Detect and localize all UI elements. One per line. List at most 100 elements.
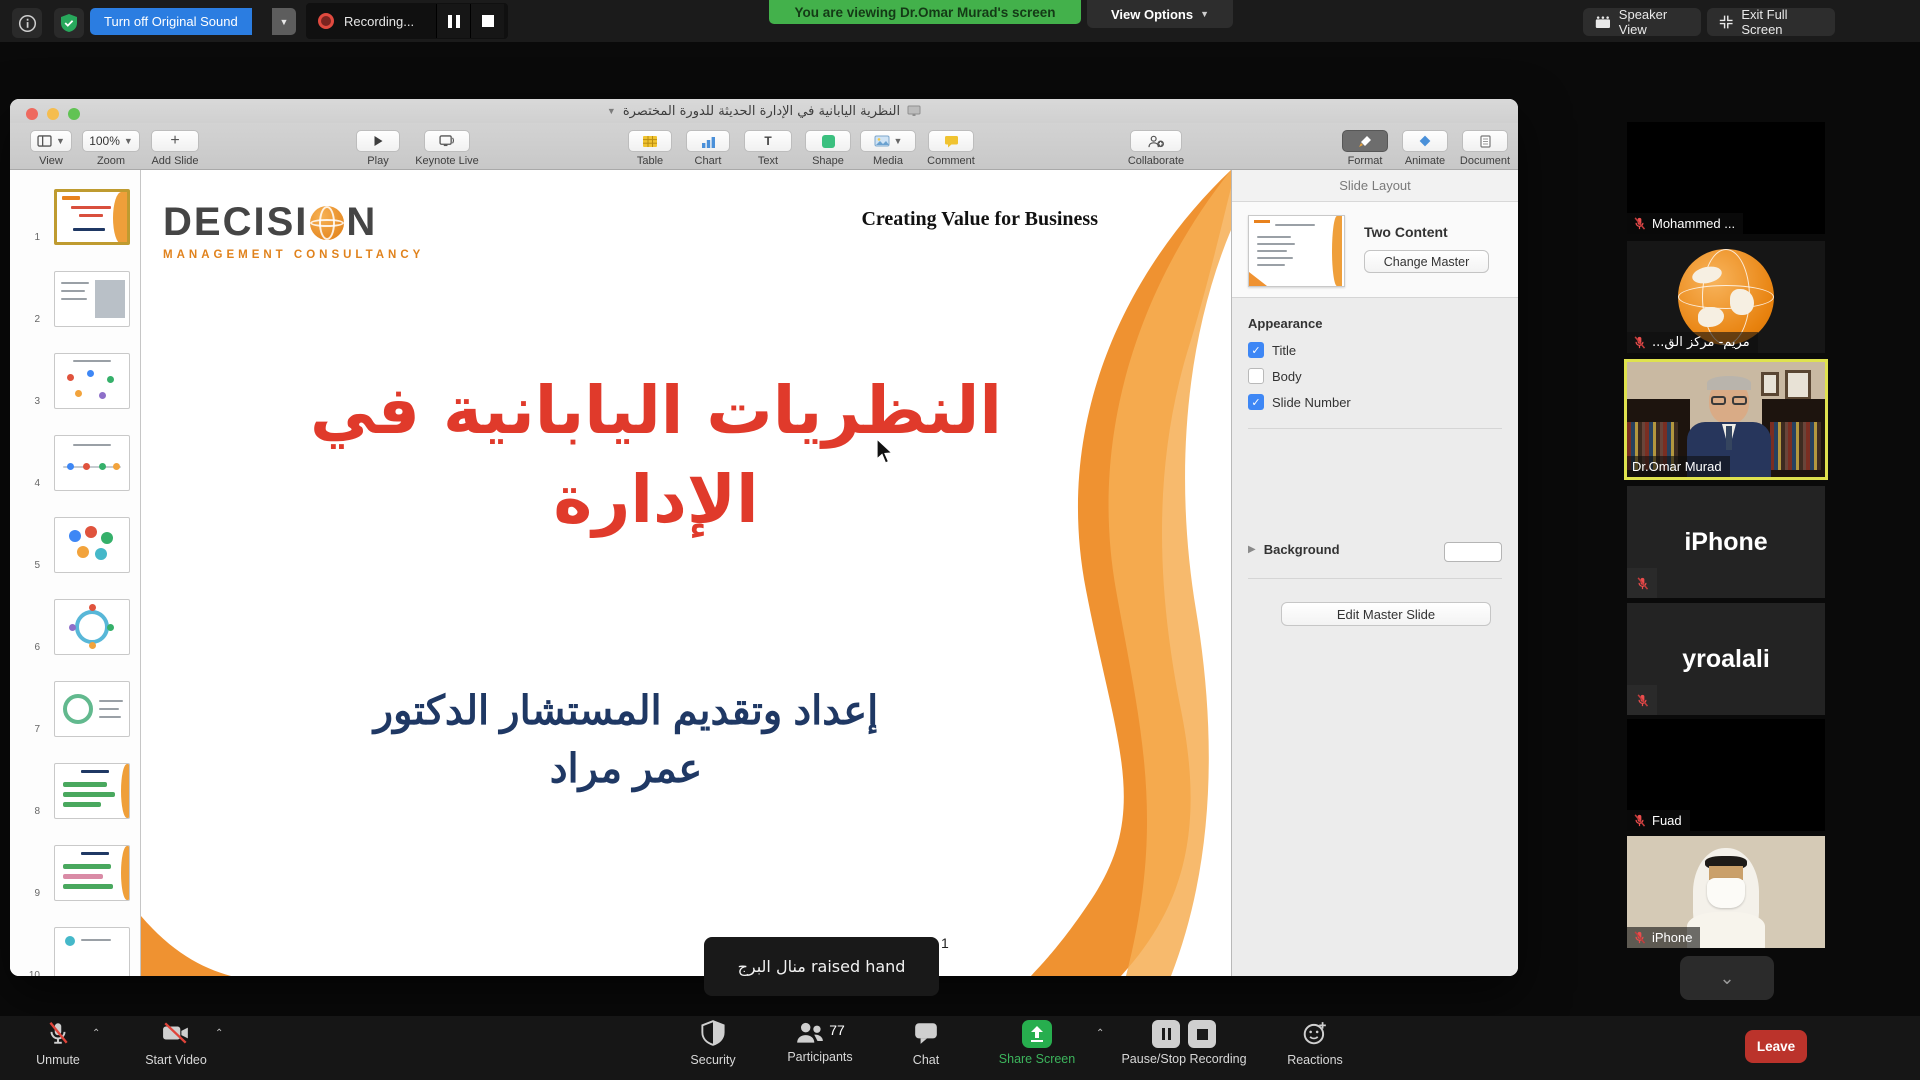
keynote-live-button[interactable] [424, 130, 470, 152]
comment-button[interactable] [928, 130, 974, 152]
slide-thumbnail[interactable] [54, 763, 130, 819]
edit-master-slide-button[interactable]: Edit Master Slide [1281, 602, 1491, 626]
slide-number-label: 9 [20, 888, 40, 899]
encryption-button[interactable] [54, 8, 84, 38]
chat-label: Chat [894, 1053, 958, 1067]
shield-check-icon [59, 13, 79, 33]
participant-tile[interactable]: yroalali [1627, 603, 1825, 715]
title-checkbox-row[interactable]: ✓ Title [1248, 342, 1296, 358]
share-options-caret[interactable]: ⌃ [1096, 1028, 1104, 1039]
checkbox-checked-icon[interactable]: ✓ [1248, 394, 1264, 410]
keynote-title-bar[interactable]: ▼ النظرية اليابانية في الإدارة الحديثة ل… [10, 99, 1518, 123]
participant-tile[interactable]: Mohammed ... [1627, 122, 1825, 234]
divider [1248, 428, 1502, 429]
animate-group: Animate [1396, 130, 1454, 167]
slide-thumbnail[interactable] [54, 599, 130, 655]
participant-tile[interactable]: iPhone [1627, 836, 1825, 948]
recording-label: Recording... [344, 14, 414, 29]
slide-thumbnail[interactable] [54, 517, 130, 573]
disclosure-triangle-icon[interactable]: ▶ [1248, 544, 1256, 555]
meeting-info-button[interactable] [12, 8, 42, 38]
start-video-button[interactable]: Start Video [130, 1020, 222, 1067]
shape-label: Shape [800, 155, 856, 167]
view-options-button[interactable]: View Options▼ [1087, 0, 1233, 28]
inspector-header: Slide Layout [1232, 170, 1518, 202]
slide-number-checkbox-row[interactable]: ✓ Slide Number [1248, 394, 1351, 410]
raised-hand-tooltip: منال البرج raised hand [704, 937, 939, 996]
participant-tile[interactable]: ...مريم- مركز الق [1627, 241, 1825, 353]
unmute-label: Unmute [18, 1053, 98, 1067]
shape-button[interactable] [805, 130, 851, 152]
text-button[interactable]: T [744, 130, 792, 152]
exit-full-screen-button[interactable]: Exit Full Screen [1707, 8, 1835, 36]
participant-tile[interactable]: Fuad [1627, 719, 1825, 831]
zoom-level-button[interactable]: 100%▼ [82, 130, 140, 152]
participants-label: Participants [762, 1050, 878, 1064]
view-options-label: View Options [1111, 7, 1193, 22]
leave-meeting-button[interactable]: Leave [1745, 1030, 1807, 1063]
slide-canvas[interactable]: DECISIN MANAGEMENT CONSULTANCY Creating … [141, 170, 1231, 976]
view-button[interactable]: ▼ [30, 130, 72, 152]
animate-button[interactable] [1402, 130, 1448, 152]
table-group: Table [622, 130, 678, 167]
participant-name: Fuad [1652, 813, 1682, 828]
checkbox-checked-icon[interactable]: ✓ [1248, 342, 1264, 358]
table-button[interactable] [628, 130, 672, 152]
layout-thumbnail[interactable] [1248, 215, 1345, 287]
participants-button[interactable]: 77 Participants [762, 1020, 878, 1064]
format-button[interactable] [1342, 130, 1388, 152]
slide-number-label: 6 [20, 642, 40, 653]
zoom-value: 100% [89, 134, 120, 148]
comment-label: Comment [920, 155, 982, 167]
pause-recording-button[interactable] [1152, 1020, 1180, 1048]
checkbox-unchecked-icon[interactable] [1248, 368, 1264, 384]
slide-thumbnail[interactable] [54, 927, 130, 976]
stop-recording-button[interactable] [1188, 1020, 1216, 1048]
add-slide-button[interactable]: + [151, 130, 199, 152]
stop-recording-button[interactable] [470, 4, 504, 38]
change-master-button[interactable]: Change Master [1364, 250, 1489, 273]
audio-options-caret[interactable]: ⌃ [92, 1028, 100, 1039]
format-label: Format [1336, 155, 1394, 167]
pause-icon [448, 15, 460, 28]
background-color-well[interactable] [1444, 542, 1502, 562]
close-window-button[interactable] [26, 108, 38, 120]
slide-thumbnail[interactable] [54, 271, 130, 327]
security-label: Security [672, 1053, 754, 1067]
document-button[interactable] [1462, 130, 1508, 152]
active-speaker-tile[interactable]: Dr.Omar Murad [1624, 359, 1828, 480]
body-checkbox-row[interactable]: Body [1248, 368, 1302, 384]
comment-icon [944, 135, 959, 148]
slide-thumbnail[interactable] [54, 681, 130, 737]
share-screen-button[interactable]: Share Screen [985, 1020, 1089, 1066]
collaborate-button[interactable] [1130, 130, 1182, 152]
security-button[interactable]: Security [672, 1020, 754, 1067]
view-label: View [25, 155, 77, 167]
slide-thumbnail[interactable] [54, 353, 130, 409]
participants-count-badge: 77 [829, 1022, 845, 1038]
table-label: Table [622, 155, 678, 167]
scroll-participants-down-button[interactable]: ⌄ [1680, 956, 1774, 1000]
pause-recording-button[interactable] [436, 4, 470, 38]
speaker-view-button[interactable]: Speaker View [1583, 8, 1701, 36]
exit-fullscreen-icon [1719, 14, 1733, 30]
slide-thumbnail[interactable] [54, 435, 130, 491]
minimize-window-button[interactable] [47, 108, 59, 120]
slide-number-label: 8 [20, 806, 40, 817]
video-options-caret[interactable]: ⌃ [215, 1028, 223, 1039]
slide-thumbnail[interactable] [54, 845, 130, 901]
reactions-button[interactable]: Reactions [1272, 1020, 1358, 1067]
chart-button[interactable] [686, 130, 730, 152]
play-button[interactable] [356, 130, 400, 152]
original-sound-dropdown[interactable]: ▼ [272, 8, 296, 35]
media-button[interactable]: ▼ [860, 130, 916, 152]
turn-off-original-sound-button[interactable]: Turn off Original Sound [90, 8, 252, 35]
slide-thumbnail[interactable] [54, 189, 130, 245]
play-label: Play [352, 155, 404, 167]
zoom-window-button[interactable] [68, 108, 80, 120]
media-label: Media [858, 155, 918, 167]
unmute-button[interactable]: Unmute [18, 1020, 98, 1067]
participant-tile[interactable]: iPhone [1627, 486, 1825, 598]
background-row[interactable]: ▶ Background [1248, 542, 1340, 557]
chat-button[interactable]: Chat [894, 1020, 958, 1067]
